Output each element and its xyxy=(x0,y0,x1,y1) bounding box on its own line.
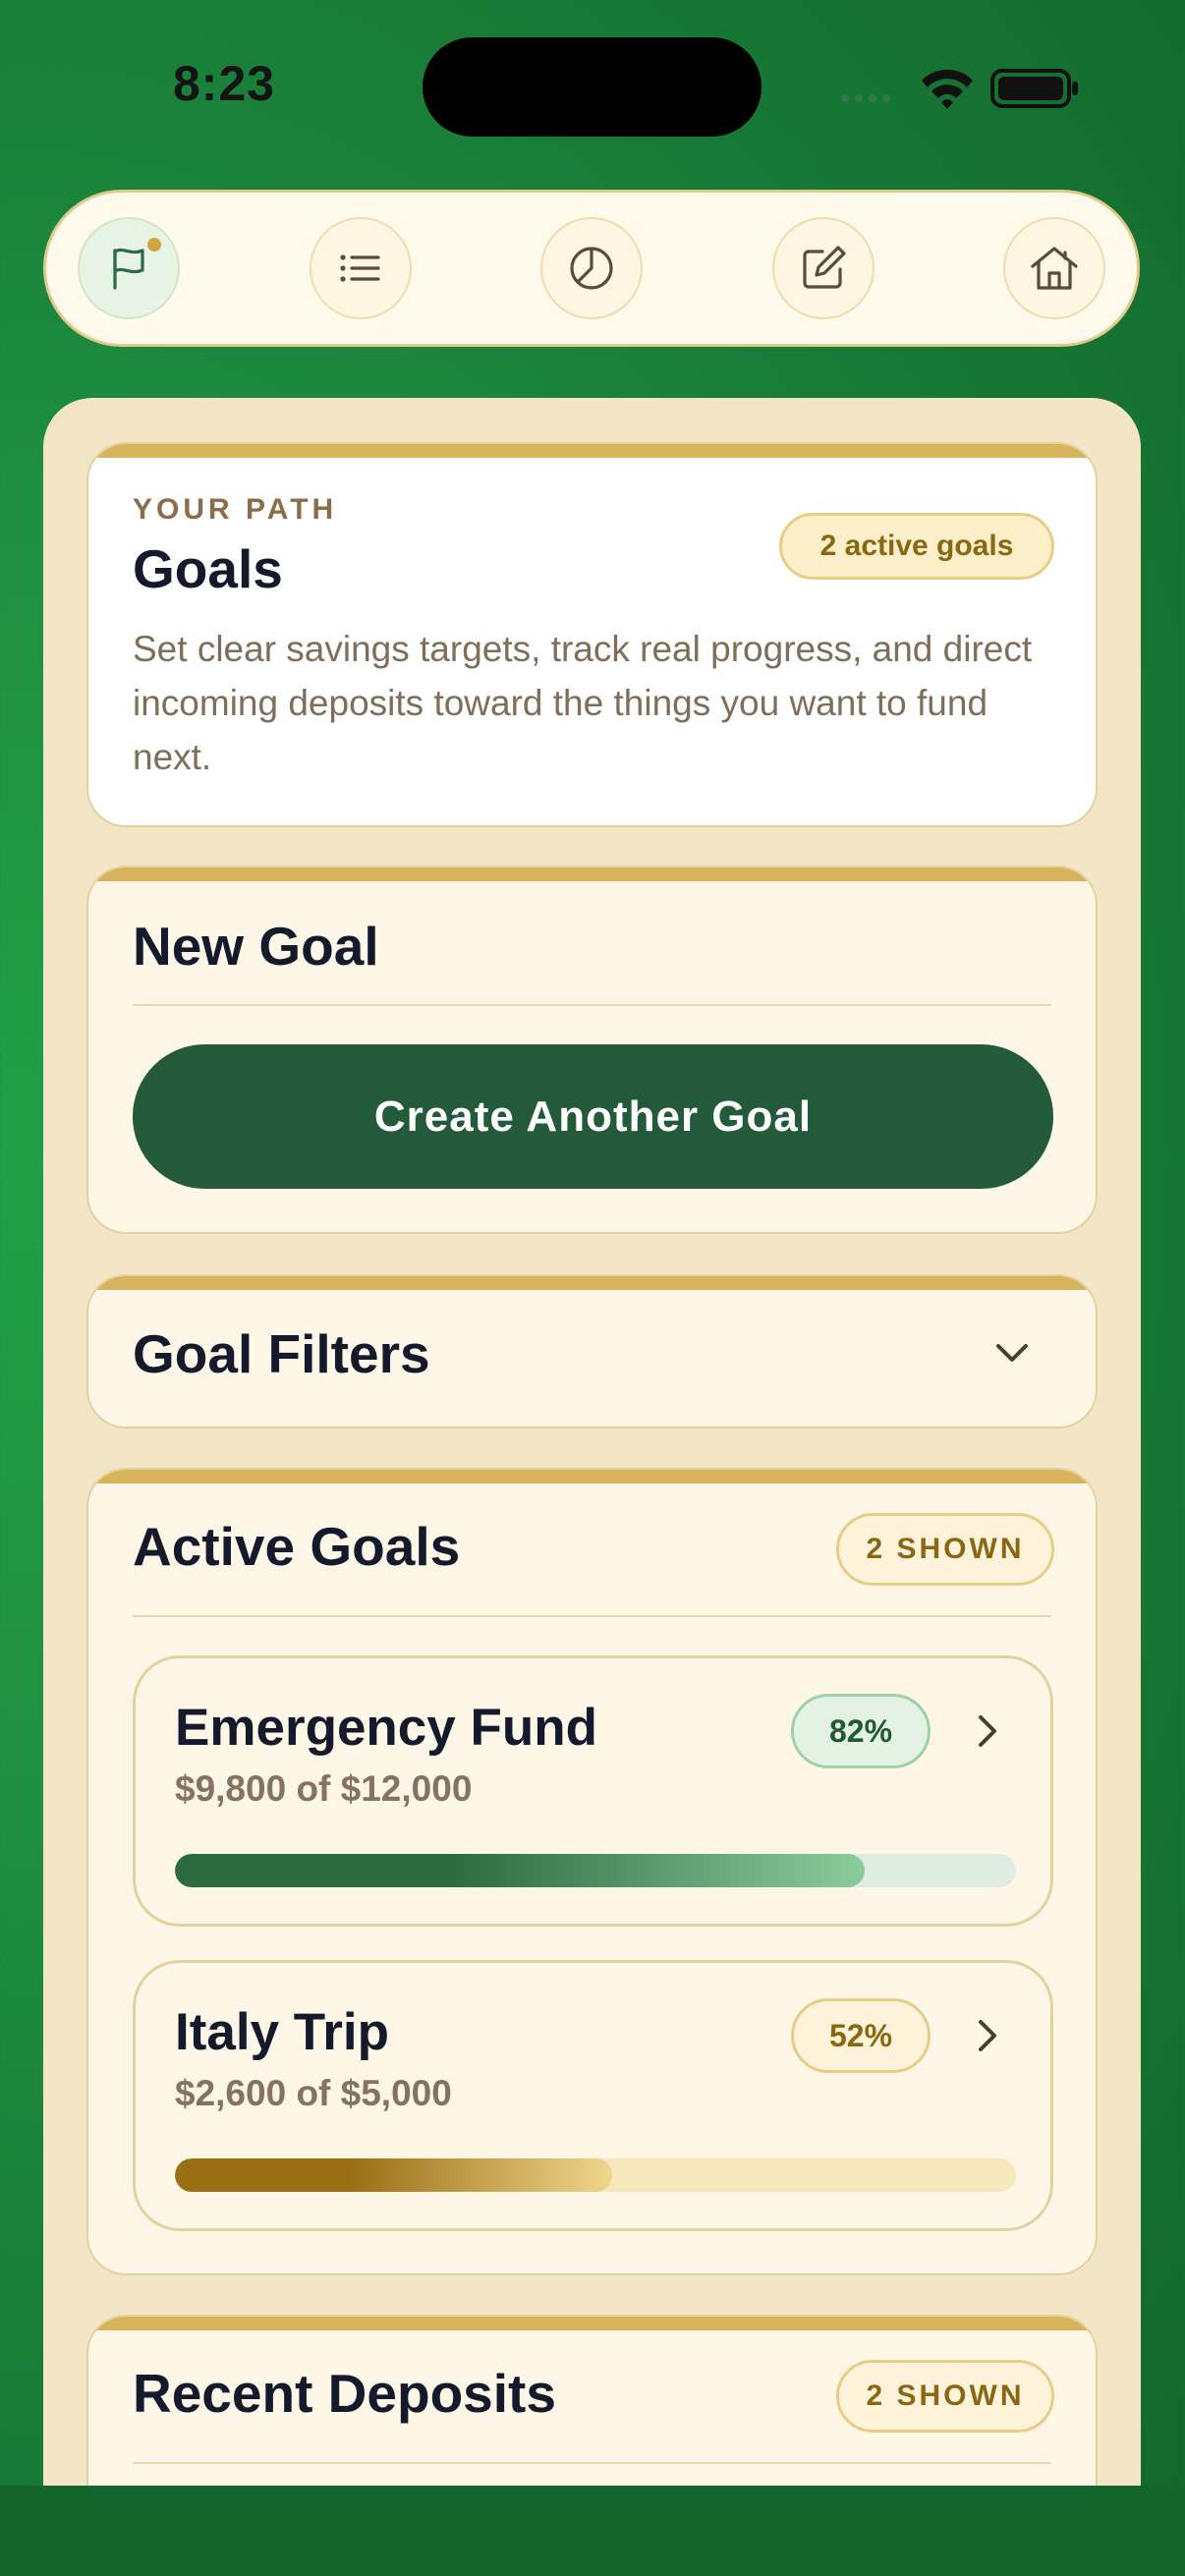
status-time: 8:23 xyxy=(173,56,276,111)
goal-percent-badge: 82% xyxy=(791,1694,931,1768)
divider xyxy=(133,1615,1051,1617)
status-icons xyxy=(837,61,1079,112)
active-goals-title: Active Goals xyxy=(133,1516,461,1577)
goals-header-card: YOUR PATH Goals 2 active goals Set clear… xyxy=(86,442,1098,827)
nav-edit-button[interactable] xyxy=(772,217,875,319)
list-icon xyxy=(340,254,380,282)
goal-amount: $9,800 of $12,000 xyxy=(175,1768,473,1809)
goal-progress-fill xyxy=(175,2158,613,2192)
pie-chart-icon xyxy=(570,247,613,290)
deposits-shown-badge: 2 SHOWN xyxy=(836,2360,1054,2433)
goal-name: Italy Trip xyxy=(175,2003,389,2061)
chevron-right-icon[interactable] xyxy=(966,2014,1009,2057)
goal-item-italy-trip[interactable]: Italy Trip $2,600 of $5,000 52% xyxy=(133,1960,1053,2231)
goal-name: Emergency Fund xyxy=(175,1699,597,1757)
create-goal-button[interactable]: Create Another Goal xyxy=(133,1044,1053,1189)
battery-icon xyxy=(990,69,1078,108)
page-title: Goals xyxy=(133,538,283,599)
goal-percent-badge: 52% xyxy=(791,1998,931,2073)
nav-insights-button[interactable] xyxy=(540,217,643,319)
active-goals-card: Active Goals 2 SHOWN Emergency Fund $9,8… xyxy=(86,1468,1098,2275)
goal-filters-card[interactable]: Goal Filters xyxy=(86,1274,1098,1428)
eyebrow-label: YOUR PATH xyxy=(133,493,338,526)
active-goals-badge: 2 active goals xyxy=(779,513,1054,580)
home-icon xyxy=(1031,247,1078,290)
signal-dot-icon xyxy=(841,94,849,102)
chevron-down-icon[interactable] xyxy=(990,1331,1034,1374)
bottom-background xyxy=(0,2486,1185,2576)
goal-amount: $2,600 of $5,000 xyxy=(175,2073,452,2113)
chevron-right-icon[interactable] xyxy=(966,1709,1009,1753)
goals-shown-badge: 2 SHOWN xyxy=(836,1513,1054,1586)
new-goal-card: New Goal Create Another Goal xyxy=(86,866,1098,1234)
goal-progress-track xyxy=(175,2158,1016,2192)
new-goal-title: New Goal xyxy=(133,916,379,977)
nav-goals-button[interactable] xyxy=(78,217,180,319)
goal-item-emergency-fund[interactable]: Emergency Fund $9,800 of $12,000 82% xyxy=(133,1655,1053,1927)
wifi-icon xyxy=(922,69,973,109)
goal-progress-track xyxy=(175,1854,1016,1887)
nav-home-button[interactable] xyxy=(1003,217,1105,319)
notification-dot xyxy=(147,238,161,252)
recent-deposits-title: Recent Deposits xyxy=(133,2363,556,2424)
divider xyxy=(133,2462,1051,2464)
dynamic-island xyxy=(423,37,762,137)
nav-list-button[interactable] xyxy=(310,217,412,319)
flag-icon xyxy=(113,248,144,290)
goal-filters-title: Goal Filters xyxy=(133,1323,430,1384)
page-description: Set clear savings targets, track real pr… xyxy=(133,629,1033,777)
edit-icon xyxy=(803,246,846,289)
goal-progress-fill xyxy=(175,1854,865,1887)
divider xyxy=(133,1004,1051,1006)
